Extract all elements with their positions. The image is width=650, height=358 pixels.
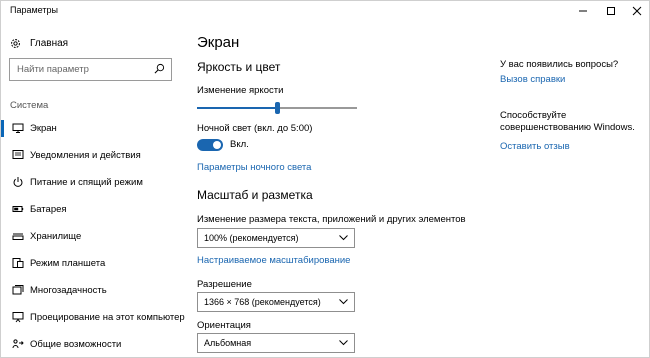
sidebar-item-power[interactable]: Питание и спящий режим <box>1 169 183 196</box>
sidebar-item-multitasking[interactable]: Многозадачность <box>1 277 183 304</box>
home-nav-item[interactable]: Главная <box>10 35 68 51</box>
orientation-dropdown-value: Альбомная <box>204 338 252 348</box>
night-light-toggle[interactable] <box>197 139 223 151</box>
help-pane: У вас появились вопросы? Вызов справки С… <box>500 21 645 221</box>
search-input[interactable] <box>10 59 150 80</box>
sidebar-item-label: Батарея <box>30 204 67 215</box>
title-bar[interactable]: Параметры <box>1 1 649 21</box>
night-light-label: Ночной свет (вкл. до 5:00) <box>197 123 313 134</box>
main-content: Экран Яркость и цвет Изменение яркости Н… <box>183 21 473 358</box>
window-title: Параметры <box>10 5 58 15</box>
chevron-down-icon <box>339 235 348 241</box>
scale-dropdown[interactable]: 100% (рекомендуется) <box>197 228 355 248</box>
home-label: Главная <box>30 37 69 49</box>
sidebar-item-battery[interactable]: Батарея <box>1 196 183 223</box>
minimize-icon <box>579 10 587 12</box>
maximize-icon <box>607 7 615 15</box>
brightness-slider[interactable] <box>197 102 357 114</box>
sidebar-item-storage[interactable]: Хранилище <box>1 223 183 250</box>
orientation-dropdown[interactable]: Альбомная <box>197 333 355 353</box>
notifications-icon <box>11 148 25 162</box>
battery-icon <box>11 202 25 216</box>
night-light-settings-link[interactable]: Параметры ночного света <box>197 162 311 173</box>
sidebar-item-label: Проецирование на этот компьютер <box>30 312 185 323</box>
scale-dropdown-value: 100% (рекомендуется) <box>204 233 299 243</box>
slider-fill <box>197 107 277 109</box>
sidebar-item-label: Общие возможности <box>30 339 122 350</box>
sidebar: Главная Система Экран Уведомления и дейс… <box>1 21 185 358</box>
get-help-link[interactable]: Вызов справки <box>500 74 565 85</box>
toggle-knob <box>213 141 221 149</box>
chevron-down-icon <box>339 299 348 305</box>
sidebar-item-label: Режим планшета <box>30 258 106 269</box>
section-label: Система <box>10 100 49 111</box>
brightness-heading: Яркость и цвет <box>197 60 281 74</box>
settings-window: Параметры Главная Система <box>0 0 650 358</box>
gear-icon <box>11 38 20 48</box>
toggle-state-label: Вкл. <box>230 139 249 150</box>
sidebar-item-label: Уведомления и действия <box>30 150 141 161</box>
monitor-icon <box>11 121 25 135</box>
sidebar-item-label: Питание и спящий режим <box>30 177 143 188</box>
close-button[interactable] <box>621 1 650 21</box>
feedback-text: Способствуйте совершенствованию Windows. <box>500 110 635 133</box>
chevron-down-icon <box>339 340 348 346</box>
search-box[interactable] <box>9 58 172 81</box>
sidebar-item-label: Многозадачность <box>30 285 107 296</box>
sidebar-item-shared-experiences[interactable]: Общие возможности <box>1 331 183 358</box>
shared-experiences-icon <box>11 337 25 351</box>
power-icon <box>11 175 25 189</box>
orientation-label: Ориентация <box>197 320 251 331</box>
close-icon <box>632 6 642 16</box>
resolution-label: Разрешение <box>197 279 252 290</box>
resolution-dropdown-value: 1366 × 768 (рекомендуется) <box>204 297 321 307</box>
help-question: У вас появились вопросы? <box>500 59 619 70</box>
scale-heading: Масштаб и разметка <box>197 188 313 202</box>
sidebar-item-notifications[interactable]: Уведомления и действия <box>1 142 183 169</box>
storage-icon <box>11 229 25 243</box>
custom-scaling-link[interactable]: Настраиваемое масштабирование <box>197 255 350 266</box>
page-title: Экран <box>197 34 240 51</box>
sidebar-item-label: Экран <box>30 123 57 134</box>
sidebar-item-display[interactable]: Экран <box>1 115 183 142</box>
size-label: Изменение размера текста, приложений и д… <box>197 214 466 225</box>
sidebar-item-label: Хранилище <box>30 231 82 242</box>
give-feedback-link[interactable]: Оставить отзыв <box>500 141 570 152</box>
search-icon[interactable] <box>154 63 165 74</box>
multitasking-icon <box>11 283 25 297</box>
tablet-mode-icon <box>11 256 25 270</box>
resolution-dropdown[interactable]: 1366 × 768 (рекомендуется) <box>197 292 355 312</box>
sidebar-item-tablet-mode[interactable]: Режим планшета <box>1 250 183 277</box>
brightness-slider-label: Изменение яркости <box>197 85 284 96</box>
sidebar-item-projecting[interactable]: Проецирование на этот компьютер <box>1 304 185 331</box>
slider-thumb[interactable] <box>275 102 280 114</box>
projecting-icon <box>11 310 25 324</box>
